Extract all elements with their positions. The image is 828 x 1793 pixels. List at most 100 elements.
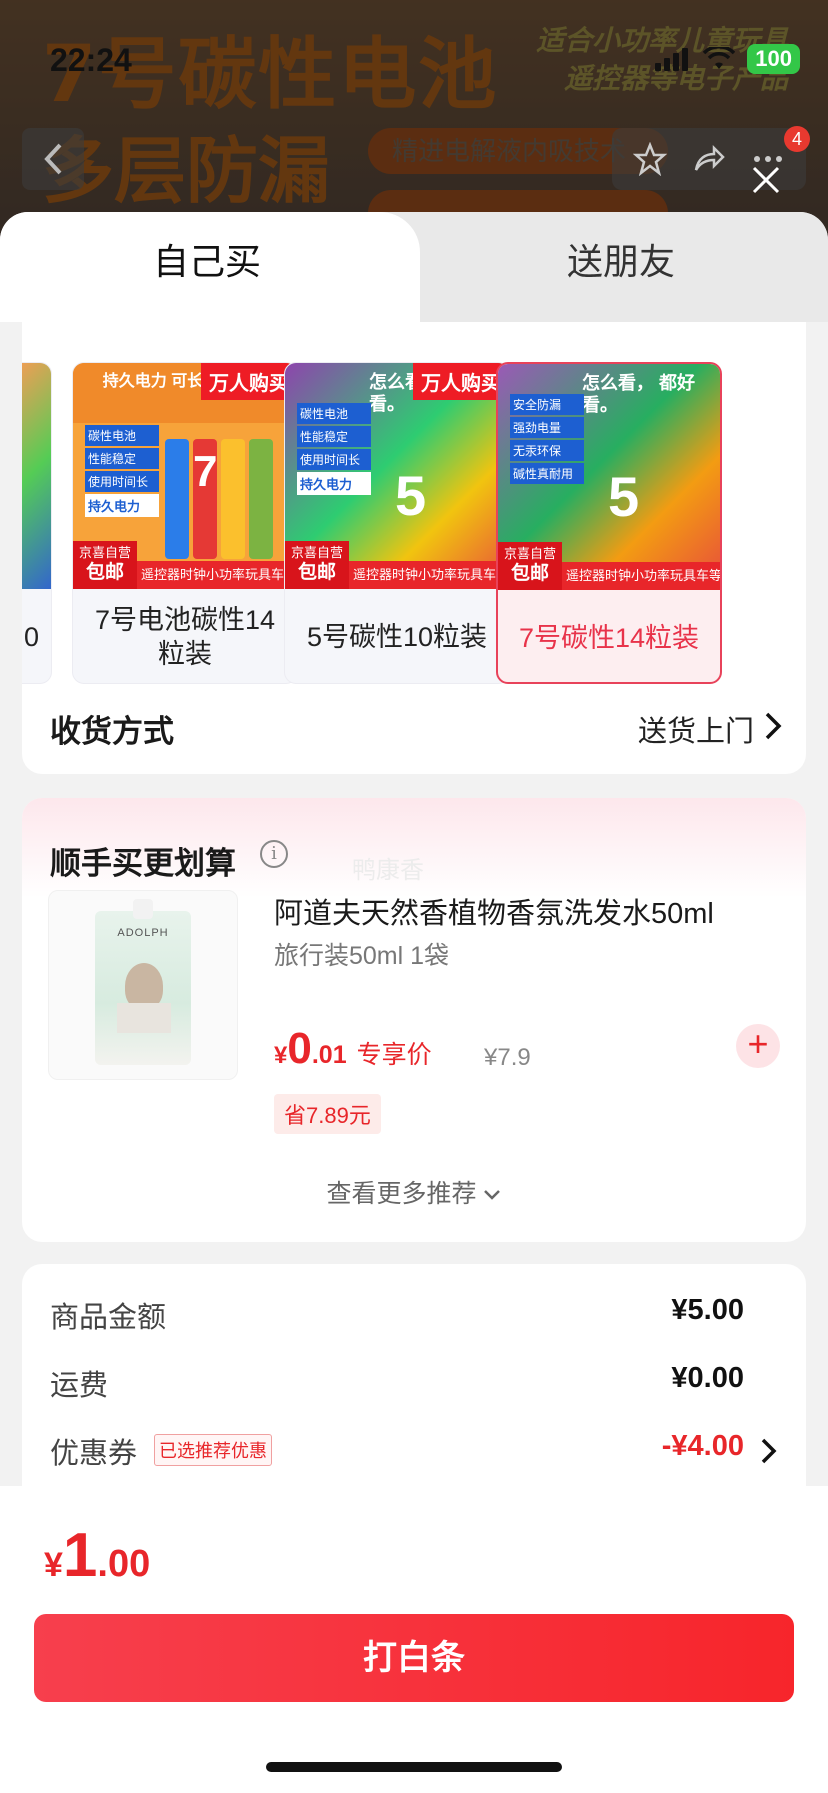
sku-feature: 性能稳定 bbox=[85, 448, 159, 469]
watermark: 鸭康香 bbox=[352, 857, 424, 884]
sku-name: 5号碳性10粒装 bbox=[306, 622, 488, 652]
message-badge: 4 bbox=[784, 126, 810, 152]
see-more-recommendations[interactable]: 查看更多推荐 bbox=[22, 1174, 806, 1210]
delivery-method-row[interactable]: 收货方式 送货上门 bbox=[22, 684, 806, 774]
coupon-selected-tag: 已选推荐优惠 bbox=[154, 1434, 272, 1466]
tab-bar: 自己买 送朋友 bbox=[0, 212, 828, 322]
jd-tag-line1: 京喜自营 bbox=[78, 545, 131, 560]
shipping-row: 运费 ¥0.00 bbox=[50, 1362, 780, 1412]
total-currency: ¥ bbox=[44, 1546, 63, 1584]
upsell-price: ¥0.01 专享价 bbox=[274, 1024, 432, 1074]
back-button[interactable] bbox=[22, 128, 84, 190]
battery-digit: 5 bbox=[608, 465, 640, 528]
sku-feature: 安全防漏 bbox=[510, 394, 584, 415]
pouch-cap bbox=[133, 899, 153, 919]
sku-feature: 持久电力 bbox=[85, 494, 159, 517]
coupon-row[interactable]: 优惠券 已选推荐优惠 -¥4.00 bbox=[50, 1430, 780, 1480]
total-price: ¥1.00 bbox=[44, 1520, 150, 1591]
jd-self-operated-tag: 京喜自营 包邮 bbox=[73, 541, 137, 589]
price-summary-card: 商品金额 ¥5.00 运费 ¥0.00 优惠券 已选推荐优惠 -¥4.00 bbox=[22, 1264, 806, 1524]
price-label: 专享价 bbox=[356, 1041, 432, 1069]
see-more-label: 查看更多推荐 bbox=[326, 1180, 477, 1208]
price-integer: 0 bbox=[287, 1024, 312, 1073]
sku-name: 7号电池碳性14粒装 bbox=[94, 605, 276, 669]
shipping-label: 运费 bbox=[50, 1370, 109, 1402]
total-integer: 1 bbox=[62, 1521, 98, 1590]
jd-tag-line2: 包邮 bbox=[510, 563, 549, 584]
model-figure-body bbox=[117, 1003, 171, 1033]
sku-option-partial[interactable]: 0 bbox=[22, 362, 52, 684]
goods-amount-label: 商品金额 bbox=[50, 1302, 167, 1334]
chevron-right-icon bbox=[761, 1438, 777, 1464]
chevron-down-icon bbox=[484, 1190, 501, 1201]
chevron-left-icon bbox=[44, 143, 62, 175]
sku-image-title: 怎么看， 都好看。 bbox=[582, 373, 696, 415]
sku-feature: 性能稳定 bbox=[297, 426, 371, 447]
sku-image: 怎么看， 都好看。 安全防漏 强劲电量 无汞环保 碱性真耐用 5 京喜自营 包邮 … bbox=[498, 364, 720, 590]
total-decimal: .00 bbox=[97, 1543, 151, 1585]
sku-use-strip: 遥控器时钟小功率玩具车等 bbox=[137, 561, 297, 589]
goods-amount-row: 商品金额 ¥5.00 bbox=[50, 1294, 780, 1344]
sku-option[interactable]: 持久电力 可长时间囤放 碳性电池 性能稳定 使用时间长 持久电力 7 京喜自营包… bbox=[72, 362, 298, 684]
add-to-order-button[interactable]: + bbox=[736, 1024, 780, 1068]
jd-tag-line1: 京喜自营 bbox=[290, 545, 343, 560]
status-time: 22:24 bbox=[50, 42, 132, 78]
battery-indicator: 100 bbox=[747, 44, 800, 74]
signal-icon bbox=[655, 47, 691, 71]
sku-feature-list: 安全防漏 强劲电量 无汞环保 碱性真耐用 bbox=[510, 394, 584, 486]
battery-digit: 5 bbox=[395, 464, 427, 527]
tab-buy-self[interactable]: 自己买 bbox=[0, 212, 414, 322]
pay-with-baitiao-button[interactable]: 打白条 bbox=[34, 1614, 794, 1702]
sku-feature-list: 碳性电池 性能稳定 使用时间长 持久电力 bbox=[85, 425, 159, 519]
sku-use-strip: 遥控器时钟小功率玩具车等 bbox=[349, 561, 509, 589]
goods-amount-value: ¥5.00 bbox=[671, 1294, 744, 1326]
jd-self-operated-tag: 京喜自营 包邮 bbox=[285, 541, 349, 589]
sku-feature: 使用时间长 bbox=[297, 449, 371, 470]
shipping-value: ¥0.00 bbox=[671, 1362, 744, 1394]
sku-card: 0 持久电力 可长时间囤放 碳性电池 性能稳定 使用时间长 持久电力 7 京喜自… bbox=[22, 322, 806, 774]
sku-feature: 碳性电池 bbox=[85, 425, 159, 446]
sku-feature: 碱性真耐用 bbox=[510, 463, 584, 484]
jd-tag-line2: 包邮 bbox=[297, 562, 336, 583]
tab-gift-friend[interactable]: 送朋友 bbox=[414, 212, 828, 322]
sku-option[interactable]: 怎么看， 都好看。 碳性电池 性能稳定 使用时间长 持久电力 5 京喜自营包邮 … bbox=[284, 362, 510, 684]
upsell-product-name[interactable]: 阿道夫天然香植物香氛洗发水50ml bbox=[274, 890, 714, 932]
sku-feature: 无汞环保 bbox=[510, 440, 584, 461]
checkout-footer: ¥1.00 打白条 bbox=[0, 1486, 828, 1793]
price-decimal: .01 bbox=[311, 1041, 347, 1069]
jd-self-operated-tag: 京喜自营 包邮 bbox=[498, 542, 562, 590]
brand-logo: ADOLPH bbox=[117, 927, 169, 939]
status-icons: 100 bbox=[655, 44, 800, 74]
popular-tag: 万人购买 bbox=[413, 363, 509, 400]
sku-option-selected[interactable]: 怎么看， 都好看。 安全防漏 强劲电量 无汞环保 碱性真耐用 5 京喜自营 包邮 … bbox=[496, 362, 722, 684]
sku-feature: 持久电力 bbox=[297, 472, 371, 495]
popular-tag: 万人购买 bbox=[201, 363, 297, 400]
battery-graphic bbox=[221, 439, 245, 559]
sku-carousel[interactable]: 0 持久电力 可长时间囤放 碳性电池 性能稳定 使用时间长 持久电力 7 京喜自… bbox=[22, 342, 806, 684]
sku-image bbox=[22, 363, 51, 589]
sku-name: 7号碳性14粒装 bbox=[518, 623, 700, 653]
shampoo-pouch: ADOLPH bbox=[95, 899, 191, 1065]
coupon-value: -¥4.00 bbox=[661, 1430, 744, 1462]
battery-graphic bbox=[249, 439, 273, 559]
share-icon[interactable] bbox=[692, 142, 726, 176]
home-indicator[interactable] bbox=[266, 1762, 562, 1772]
dim-overlay[interactable] bbox=[0, 0, 828, 240]
delivery-value: 送货上门 bbox=[637, 716, 754, 748]
background-product-banner: 7号碳性电池 多层防漏 适合小功率儿童玩具 遥控器等电子产品 精进电解液内吸技术 bbox=[0, 0, 828, 240]
coupon-label: 优惠券 bbox=[50, 1438, 138, 1470]
original-price: ¥7.9 bbox=[484, 1044, 531, 1071]
upsell-title: 顺手买更划算 bbox=[50, 846, 236, 881]
close-icon[interactable] bbox=[748, 162, 784, 198]
info-icon[interactable]: i bbox=[260, 840, 288, 868]
sku-use-strip: 遥控器时钟小功率玩具车等 bbox=[562, 562, 720, 590]
battery-digit: 7 bbox=[193, 447, 218, 496]
jd-tag-line2: 包邮 bbox=[85, 562, 124, 583]
wifi-icon bbox=[703, 47, 736, 69]
sku-feature-list: 碳性电池 性能稳定 使用时间长 持久电力 bbox=[297, 403, 371, 497]
star-icon[interactable] bbox=[632, 142, 667, 176]
upsell-product-image[interactable]: ADOLPH bbox=[48, 890, 238, 1080]
battery-graphic bbox=[165, 439, 189, 559]
sku-name: 0 bbox=[23, 622, 39, 652]
chevron-right-icon bbox=[765, 712, 782, 740]
